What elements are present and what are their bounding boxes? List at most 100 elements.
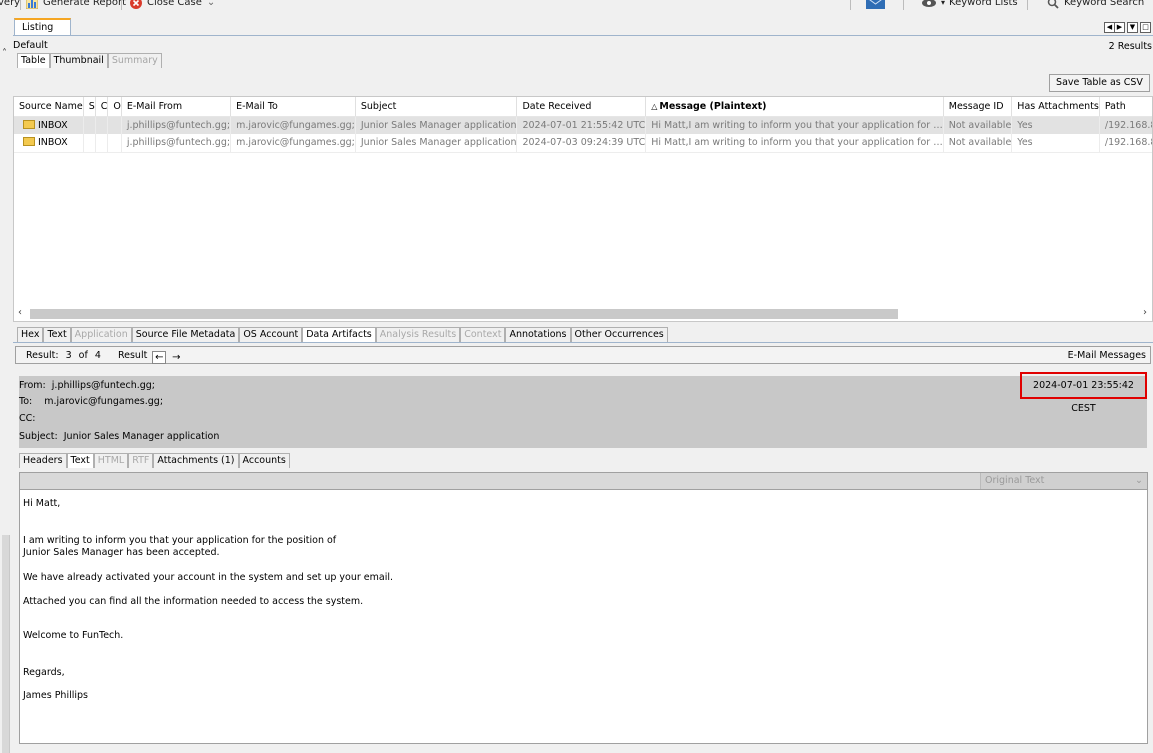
next-result-icon[interactable]: → [169, 352, 183, 365]
keyword-lists-button[interactable]: ▾ Keyword Lists [922, 0, 1018, 10]
generate-report-button[interactable]: Generate Report [26, 0, 126, 10]
column-header[interactable]: E-Mail From [121, 97, 232, 117]
toolbar-item-discovery[interactable]: very [0, 0, 20, 10]
close-case-label: Close Case [147, 0, 202, 8]
table-cell: Hi Matt,I am writing to inform you that … [645, 116, 944, 134]
tab-listing-label: Listing [22, 22, 54, 33]
email-subject-line: Subject: Junior Sales Manager applicatio… [19, 431, 219, 445]
tab-scroll-right-icon[interactable]: ▶ [1114, 22, 1125, 33]
close-case-icon [130, 0, 142, 9]
table-cell-source: INBOX [14, 134, 84, 153]
column-header[interactable]: C [95, 97, 109, 117]
save-table-csv-button[interactable]: Save Table as CSV [1049, 74, 1150, 92]
toolbar-separator [1027, 0, 1028, 10]
column-header[interactable]: S [83, 97, 96, 117]
result-label: Result: [26, 350, 59, 361]
table-cell: Junior Sales Manager application [355, 134, 518, 153]
previous-result-icon[interactable]: ← [152, 351, 167, 364]
view-subtabs: Table Thumbnail Summary [17, 53, 162, 69]
table-cell: m.jarovic@fungames.gg; [230, 134, 356, 153]
column-header[interactable]: Has Attachments [1011, 97, 1100, 117]
tab-application: Application [70, 327, 132, 342]
table-row[interactable]: INBOX j.phillips@funtech.gg; m.jarovic@f… [14, 134, 1152, 153]
column-header[interactable]: Date Received [516, 97, 647, 117]
email-date-highlighted: 2024-07-01 23:55:42 CEST [1020, 372, 1147, 414]
column-header-sorted[interactable]: △ Message (Plaintext) [645, 97, 944, 117]
toolbar-separator [20, 0, 21, 10]
column-header[interactable]: Source Name [14, 97, 84, 117]
table-row[interactable]: INBOX j.phillips@funtech.gg; m.jarovic@f… [14, 116, 1152, 134]
column-header[interactable]: E-Mail To [230, 97, 356, 117]
scroll-left-icon[interactable]: ‹ [18, 307, 22, 318]
message-view-tabs: Headers Text HTML RTF Attachments (1) Ac… [19, 453, 290, 468]
report-icon [26, 0, 38, 9]
mail-envelope-icon [23, 137, 35, 147]
tab-text[interactable]: Text [43, 327, 71, 342]
tab-accounts[interactable]: Accounts [238, 453, 290, 468]
tree-scrollbar[interactable] [2, 535, 10, 753]
message-toolbar: Original Text ⌄ [20, 473, 1147, 490]
listing-frame: ◀ ▶ ▼ □ Default 2 Results Table Thumbnai… [13, 22, 1153, 322]
email-to-line: To: m.jarovic@fungames.gg; [19, 396, 163, 410]
eye-icon [922, 0, 936, 7]
tab-source-file-metadata[interactable]: Source File Metadata [131, 327, 240, 342]
email-from-line: From: j.phillips@funtech.gg; [19, 380, 155, 394]
tab-list-dropdown-icon[interactable]: ▼ [1127, 22, 1138, 33]
collapse-caret-icon[interactable]: ˄ [2, 48, 7, 59]
keyword-search-label: Keyword Search [1064, 0, 1145, 8]
table-cell [107, 116, 122, 134]
subject-value: Junior Sales Manager application [63, 431, 220, 442]
column-header[interactable]: Subject [355, 97, 518, 117]
email-header-block: From: j.phillips@funtech.gg; To: m.jarov… [19, 372, 1147, 448]
tab-attachments[interactable]: Attachments (1) [153, 453, 239, 468]
tab-thumbnail[interactable]: Thumbnail [49, 53, 108, 68]
column-header[interactable]: Message ID [943, 97, 1013, 117]
scroll-right-icon[interactable]: › [1143, 307, 1147, 318]
toolbar-separator [121, 0, 122, 10]
tab-other-occurrences[interactable]: Other Occurrences [570, 327, 668, 342]
table-cell: Yes [1011, 116, 1100, 134]
tab-os-account[interactable]: OS Account [239, 327, 303, 342]
results-table: Source Name S C O E-Mail From E-Mail To … [13, 96, 1153, 322]
result-counter: Result: 3 of 4 Result ← → [26, 350, 183, 365]
chevron-down-icon[interactable]: ⌄ [207, 0, 215, 8]
generate-report-label: Generate Report [43, 0, 127, 8]
horizontal-scrollbar[interactable]: ‹ › [14, 307, 1152, 321]
toolbar-label: very [0, 0, 21, 8]
table-cell-source: INBOX [14, 116, 84, 134]
tab-annotations[interactable]: Annotations [505, 327, 571, 342]
main-toolbar: very Generate Report Close Case ⌄ ▾ Keyw… [0, 0, 1153, 10]
search-icon [1047, 0, 1059, 9]
tab-data-artifacts[interactable]: Data Artifacts [302, 327, 376, 342]
column-header[interactable]: Path [1099, 97, 1152, 117]
tab-hex[interactable]: Hex [17, 327, 44, 342]
column-header[interactable]: O [107, 97, 122, 117]
cell-text: INBOX [38, 119, 68, 131]
tab-table[interactable]: Table [17, 53, 50, 68]
tab-listing[interactable]: Listing [14, 18, 71, 35]
table-cell [107, 134, 122, 153]
scrollbar-thumb[interactable] [30, 309, 898, 319]
tab-headers[interactable]: Headers [19, 453, 67, 468]
listing-pane: Listing ◀ ▶ ▼ □ Default 2 Results Table … [13, 18, 1153, 322]
body-line: Attached you can find all the informatio… [23, 596, 364, 607]
body-line: Junior Sales Manager has been accepted. [23, 547, 220, 558]
mail-toolbar-button[interactable] [866, 0, 890, 10]
toolbar-separator [850, 0, 851, 10]
email-cc-line: CC: [19, 413, 35, 427]
table-cell [95, 116, 109, 134]
from-label: From: [19, 380, 46, 391]
close-case-button[interactable]: Close Case ⌄ [130, 0, 215, 10]
table-cell: 2024-07-03 09:24:39 UTC [516, 134, 647, 153]
keyword-search-button[interactable]: Keyword Search [1047, 0, 1144, 10]
result-of: of [78, 350, 88, 361]
table-cell: Not available [943, 134, 1013, 153]
maximize-icon[interactable]: □ [1140, 22, 1151, 33]
table-cell: 2024-07-01 21:55:42 UTC [516, 116, 647, 134]
tab-message-text[interactable]: Text [66, 453, 94, 468]
result-navigation-bar: Result: 3 of 4 Result ← → E-Mail Message… [15, 346, 1151, 364]
mail-envelope-icon [23, 119, 35, 129]
body-line: We have already activated your account i… [23, 572, 394, 583]
from-value: j.phillips@funtech.gg; [51, 380, 156, 391]
result-nav-label: Result [117, 350, 148, 361]
